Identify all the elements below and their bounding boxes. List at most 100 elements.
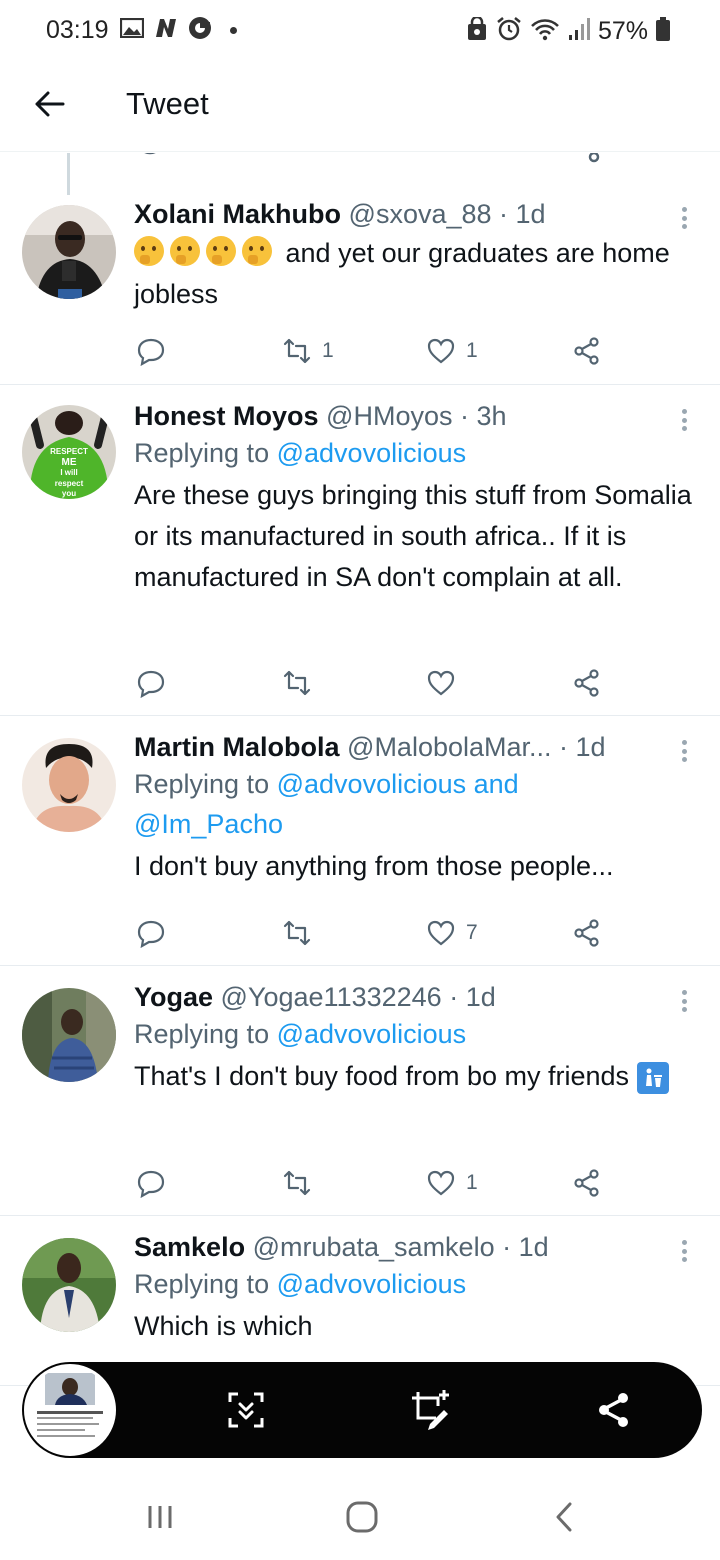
avatar-text-line: I will	[60, 468, 77, 477]
retweet-button[interactable]	[282, 663, 322, 703]
tweet-body: Honest Moyos @HMoyos · 3h Replying to @a…	[134, 399, 692, 598]
status-time: 03:19	[46, 16, 109, 44]
thinking-emoji	[206, 236, 236, 266]
mention-link[interactable]: @advovolicious	[277, 1019, 467, 1049]
battery-percent: 57%	[597, 17, 648, 45]
avatar[interactable]	[22, 738, 116, 832]
retweet-count: 1	[322, 339, 334, 362]
avatar-text-line: respect	[55, 479, 84, 488]
thinking-emoji-group	[134, 236, 278, 268]
tweet-text: Which is which	[134, 1311, 313, 1341]
reply-button[interactable]	[136, 913, 176, 953]
tweet-text: and yet our graduates are home jobless	[134, 233, 692, 315]
author-handle[interactable]: @sxova_88	[349, 199, 492, 229]
app-header: Tweet	[0, 60, 720, 152]
share-icon	[574, 1169, 599, 1197]
reply-button[interactable]	[136, 331, 176, 371]
author-handle[interactable]: @HMoyos	[326, 401, 452, 431]
more-options-button[interactable]	[678, 203, 690, 233]
retweet-button[interactable]: 1	[282, 331, 334, 371]
like-button[interactable]	[426, 663, 466, 703]
share-button[interactable]	[572, 663, 602, 703]
alarm-icon	[496, 16, 522, 47]
notification-dot	[230, 27, 237, 34]
tweet-body: Martin Malobola @MalobolaMar... · 1d Rep…	[134, 730, 692, 887]
home-button[interactable]	[332, 1494, 392, 1540]
avatar[interactable]	[22, 205, 116, 299]
like-button[interactable]: 7	[426, 913, 478, 953]
tweet-actions: 1	[134, 1163, 614, 1203]
author-name[interactable]: Honest Moyos	[134, 401, 319, 431]
replying-prefix: Replying to	[134, 1269, 270, 1299]
avatar[interactable]	[22, 988, 116, 1082]
chevron-left-icon	[556, 1502, 572, 1532]
arrow-left-icon	[35, 91, 65, 117]
retweet-icon	[283, 338, 311, 364]
recents-icon	[148, 1506, 172, 1528]
more-options-button[interactable]	[678, 986, 690, 1016]
edit-crop-button[interactable]	[404, 1384, 456, 1436]
status-icons-right: 57%	[466, 15, 670, 47]
share-button[interactable]	[572, 913, 602, 953]
author-handle[interactable]: @Yogae11332246	[221, 982, 442, 1012]
heart-icon	[427, 1170, 455, 1196]
heart-icon	[427, 338, 455, 364]
tweet-time: · 1d	[449, 982, 496, 1012]
share-icon	[574, 919, 599, 947]
reply-button[interactable]	[136, 663, 176, 703]
replying-prefix: Replying to	[134, 1019, 270, 1049]
author-name[interactable]: Samkelo	[134, 1232, 245, 1262]
replying-to: Replying to @advovolicious	[134, 433, 692, 473]
share-screenshot-button[interactable]	[588, 1384, 640, 1436]
author-handle[interactable]: @MalobolaMar...	[347, 732, 552, 762]
mention-link[interactable]: @advovolicious	[277, 1269, 467, 1299]
status-bar: 03:19 57%	[0, 0, 720, 60]
share-button[interactable]	[572, 1163, 602, 1203]
recents-button[interactable]	[130, 1494, 190, 1540]
reply-icon	[137, 338, 165, 366]
replying-prefix: Replying to	[134, 438, 270, 468]
like-button[interactable]: 1	[426, 1163, 478, 1203]
retweet-button[interactable]	[282, 913, 322, 953]
screenshot-thumbnail[interactable]	[24, 1364, 116, 1456]
more-options-button[interactable]	[678, 1236, 690, 1266]
tweet-item[interactable]: Samkelo @mrubata_samkelo · 1d Replying t…	[0, 1216, 720, 1385]
share-icon	[599, 1393, 628, 1427]
tweet-header: Yogae @Yogae11332246 · 1d	[134, 980, 692, 1014]
expand-capture-button[interactable]	[220, 1384, 272, 1436]
mention-link[interactable]: @advovolicious	[277, 438, 467, 468]
author-name[interactable]: Yogae	[134, 982, 213, 1012]
avatar[interactable]: RESPECT ME I will respect you	[22, 405, 116, 499]
tweet-body: Yogae @Yogae11332246 · 1d Replying to @a…	[134, 980, 692, 1097]
reply-feed[interactable]: Xolani Makhubo @sxova_88 · 1d and yet ou…	[0, 153, 720, 1385]
author-handle[interactable]: @mrubata_samkelo	[253, 1232, 495, 1262]
more-options-button[interactable]	[678, 736, 690, 766]
n-app-icon	[154, 17, 178, 44]
share-button[interactable]	[572, 331, 602, 371]
tweet-time: · 3h	[460, 401, 507, 431]
author-name[interactable]: Xolani Makhubo	[134, 199, 341, 229]
reply-icon	[137, 920, 165, 948]
opera-icon	[188, 16, 212, 45]
avatar-text-line: RESPECT	[50, 447, 88, 456]
reply-icon	[137, 1170, 165, 1198]
mention-link[interactable]: @Im_Pacho	[134, 809, 283, 839]
tweet-item[interactable]: Yogae @Yogae11332246 · 1d Replying to @a…	[0, 966, 720, 1216]
avatar[interactable]	[22, 1238, 116, 1332]
nav-back-button[interactable]	[534, 1494, 594, 1540]
like-button[interactable]: 1	[426, 331, 478, 371]
tweet-text: Are these guys bringing this stuff from …	[134, 480, 692, 592]
tweet-item[interactable]: Martin Malobola @MalobolaMar... · 1d Rep…	[0, 716, 720, 966]
thinking-emoji	[134, 236, 164, 266]
tweet-text: That's I don't buy food from bo my frien…	[134, 1056, 692, 1097]
back-button[interactable]	[28, 82, 72, 126]
tweet-item[interactable]: Xolani Makhubo @sxova_88 · 1d and yet ou…	[0, 183, 720, 385]
retweet-button[interactable]	[282, 1163, 322, 1203]
reply-icon	[137, 670, 165, 698]
tweet-item[interactable]: RESPECT ME I will respect you Honest Moy…	[0, 385, 720, 716]
author-name[interactable]: Martin Malobola	[134, 732, 340, 762]
mention-link[interactable]: @advovolicious and	[277, 769, 519, 799]
avatar-text-line: you	[62, 489, 76, 498]
more-options-button[interactable]	[678, 405, 690, 435]
reply-button[interactable]	[136, 1163, 176, 1203]
